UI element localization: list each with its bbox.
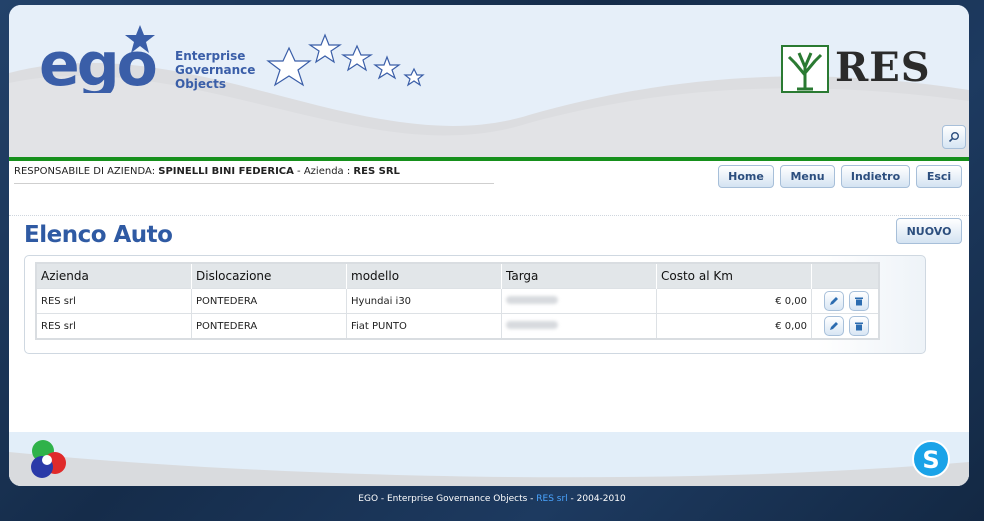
res-link[interactable]: RES srl xyxy=(536,494,567,504)
table-header: Azienda Dislocazione modello Targa Costo… xyxy=(36,263,880,289)
edit-button[interactable] xyxy=(824,291,844,311)
search-button[interactable] xyxy=(942,125,966,149)
role-label: RESPONSABILE DI AZIENDA: xyxy=(14,166,159,177)
col-actions xyxy=(811,263,880,289)
cell-targa xyxy=(501,313,657,339)
cell-azienda: RES srl xyxy=(36,288,192,314)
col-modello[interactable]: modello xyxy=(346,263,502,289)
copyright-years: - 2004-2010 xyxy=(567,494,626,504)
color-wheel-icon xyxy=(27,437,71,485)
cell-costo: € 0,00 xyxy=(656,313,812,339)
redacted-plate xyxy=(506,320,558,329)
home-button[interactable]: Home xyxy=(718,165,774,188)
divider xyxy=(9,215,969,216)
cell-azienda: RES srl xyxy=(36,313,192,339)
exit-button[interactable]: Esci xyxy=(916,165,962,188)
user-name: SPINELLI BINI FEDERICA xyxy=(158,166,294,177)
tree-icon xyxy=(781,45,829,97)
new-button[interactable]: NUOVO xyxy=(896,218,962,244)
trash-icon xyxy=(855,322,863,331)
pencil-icon xyxy=(830,297,838,305)
green-divider xyxy=(9,157,969,161)
cell-actions xyxy=(811,313,880,339)
tagline-line-2: Governance xyxy=(175,63,256,77)
redacted-plate xyxy=(506,295,558,304)
skype-icon[interactable]: S xyxy=(910,437,954,485)
header: ego Enterprise Governance Objects RES xyxy=(9,5,969,160)
delete-button[interactable] xyxy=(849,316,869,336)
nav-buttons: Home Menu Indietro Esci xyxy=(718,165,962,188)
trash-icon xyxy=(855,297,863,306)
footer-band xyxy=(9,432,969,486)
edit-button[interactable] xyxy=(824,316,844,336)
col-costo[interactable]: Costo al Km xyxy=(656,263,812,289)
back-button[interactable]: Indietro xyxy=(841,165,910,188)
table-row: RES srl PONTEDERA Hyundai i30 € 0,00 xyxy=(36,288,880,314)
pencil-icon xyxy=(830,322,838,330)
col-dislocazione[interactable]: Dislocazione xyxy=(191,263,347,289)
cell-targa xyxy=(501,288,657,314)
user-info: RESPONSABILE DI AZIENDA: SPINELLI BINI F… xyxy=(14,166,494,184)
cell-actions xyxy=(811,288,880,314)
page-title: Elenco Auto xyxy=(24,222,173,248)
cell-costo: € 0,00 xyxy=(656,288,812,314)
copyright: EGO - Enterprise Governance Objects - RE… xyxy=(0,494,984,504)
cell-modello: Hyundai i30 xyxy=(346,288,502,314)
tagline-line-3: Objects xyxy=(175,77,227,91)
col-targa[interactable]: Targa xyxy=(501,263,657,289)
table-row: RES srl PONTEDERA Fiat PUNTO € 0,00 xyxy=(36,313,880,339)
company-label: - Azienda : xyxy=(293,166,354,177)
search-icon xyxy=(948,132,959,143)
cars-panel: Azienda Dislocazione modello Targa Costo… xyxy=(24,255,926,354)
cars-table: Azienda Dislocazione modello Targa Costo… xyxy=(35,262,880,340)
cell-dislocazione: PONTEDERA xyxy=(191,288,347,314)
menu-button[interactable]: Menu xyxy=(780,165,835,188)
svg-text:S: S xyxy=(922,446,939,474)
ego-tagline: Enterprise Governance Objects xyxy=(175,49,275,91)
app-window: ego Enterprise Governance Objects RES RE… xyxy=(9,5,969,486)
delete-button[interactable] xyxy=(849,291,869,311)
col-azienda[interactable]: Azienda xyxy=(36,263,192,289)
cell-dislocazione: PONTEDERA xyxy=(191,313,347,339)
res-logo-text: RES xyxy=(835,44,931,91)
cell-modello: Fiat PUNTO xyxy=(346,313,502,339)
company-name: RES SRL xyxy=(353,166,400,177)
copyright-text: EGO - Enterprise Governance Objects - xyxy=(358,494,537,504)
tagline-line-1: Enterprise xyxy=(175,49,246,63)
